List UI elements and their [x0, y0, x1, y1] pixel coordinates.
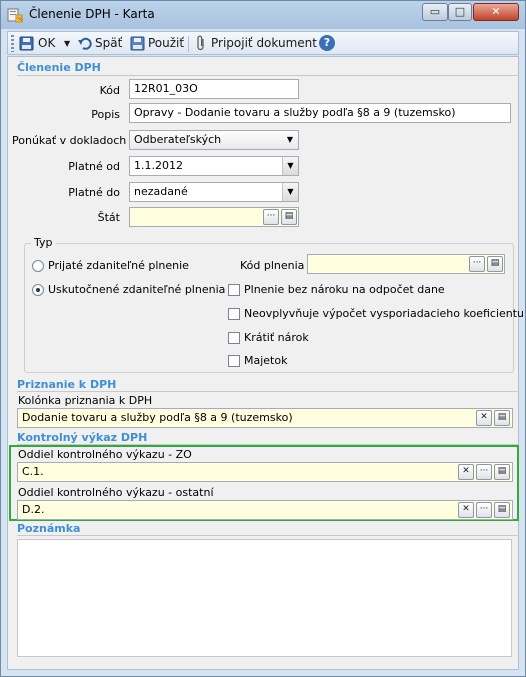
- ostatne-label: Oddiel kontrolného výkazu - ostatní: [18, 486, 214, 499]
- app-icon: %: [7, 8, 23, 23]
- platne-do-value: nezadané: [134, 185, 188, 198]
- ellipsis-icon[interactable]: ···: [263, 209, 279, 225]
- list-icon[interactable]: ▤: [494, 502, 510, 518]
- typ-group: Typ Prijaté zdaniteľné plnenie Uskutočne…: [24, 236, 524, 373]
- help-icon[interactable]: ?: [319, 35, 335, 51]
- back-button[interactable]: Späť: [95, 35, 122, 52]
- list-icon[interactable]: ▤: [494, 410, 510, 426]
- kolonka-label: Kolónka priznania k DPH: [18, 394, 153, 407]
- section-title-priznanie: Priznanie k DPH: [17, 378, 117, 391]
- ok-dropdown-icon[interactable]: ▼: [64, 35, 70, 52]
- form-content: Členenie DPH Kód 12R01_03O Popis Opravy …: [7, 56, 524, 670]
- popis-input[interactable]: Opravy - Dodanie tovaru a služby podľa §…: [129, 103, 511, 123]
- minimize-button[interactable]: ▭: [422, 3, 448, 21]
- section-divider: [17, 75, 519, 76]
- section-title-clenenie: Členenie DPH: [17, 61, 101, 74]
- attach-document-button[interactable]: Pripojiť dokument: [211, 35, 317, 52]
- ostatne-input[interactable]: D.2.: [17, 500, 513, 520]
- ponukat-label: Ponúkať v dokladoch: [12, 134, 127, 147]
- kod-plnenia-label: Kód plnenia: [240, 259, 305, 272]
- radio-uskutocnene[interactable]: [32, 284, 44, 296]
- list-icon[interactable]: ▤: [281, 209, 297, 225]
- platne-do-label: Platné do: [68, 186, 120, 199]
- platne-do-datepicker[interactable]: nezadané ▼: [129, 182, 299, 202]
- ok-button[interactable]: OK: [38, 35, 55, 52]
- section-title-poznamka: Poznámka: [17, 522, 81, 535]
- ponukat-value: Odberateľských: [134, 133, 222, 146]
- checkbox-bez-naroku[interactable]: [228, 284, 240, 296]
- undo-icon: [78, 37, 92, 50]
- dialog-window: % Členenie DPH - Karta ▭ □ ✕ OK ▼ Späť P…: [0, 0, 526, 677]
- chevron-down-icon[interactable]: ▼: [282, 183, 298, 201]
- radio-uskutocnene-label[interactable]: Uskutočnené zdaniteľné plnenia: [48, 283, 225, 296]
- section-title-kontrolny: Kontrolný výkaz DPH: [17, 431, 148, 444]
- ellipsis-icon[interactable]: ···: [476, 502, 492, 518]
- checkbox-bez-naroku-label[interactable]: Plnenie bez nároku na odpočet dane: [244, 283, 445, 296]
- stat-label: Štát: [97, 211, 120, 224]
- clear-icon[interactable]: ✕: [476, 410, 492, 426]
- radio-prijate[interactable]: [32, 260, 44, 272]
- zo-input[interactable]: C.1.: [17, 462, 513, 482]
- kolonka-input[interactable]: Dodanie tovaru a služby podľa §8 a 9 (tu…: [17, 408, 513, 428]
- toolbar: OK ▼ Späť Použiť Pripojiť dokument ?: [7, 31, 519, 55]
- svg-text:%: %: [17, 16, 23, 23]
- apply-icon: [130, 36, 145, 51]
- checkbox-majetok-label[interactable]: Majetok: [244, 354, 287, 367]
- chevron-down-icon[interactable]: ▼: [282, 157, 298, 175]
- use-button[interactable]: Použiť: [148, 35, 184, 52]
- kod-input[interactable]: 12R01_03O: [129, 79, 299, 99]
- platne-od-datepicker[interactable]: 1.1.2012 ▼: [129, 156, 299, 176]
- close-button[interactable]: ✕: [473, 3, 519, 21]
- platne-od-value: 1.1.2012: [134, 159, 183, 172]
- section-divider: [17, 391, 519, 392]
- ellipsis-icon[interactable]: ···: [469, 256, 485, 272]
- radio-prijate-label[interactable]: Prijaté zdaniteľné plnenie: [48, 259, 189, 272]
- popis-label: Popis: [91, 108, 120, 121]
- paperclip-icon: [197, 35, 204, 51]
- checkbox-neovplyvnuje[interactable]: [228, 308, 240, 320]
- maximize-button[interactable]: □: [448, 3, 472, 21]
- section-divider: [17, 535, 519, 536]
- checkbox-neovplyvnuje-label[interactable]: Neovplyvňuje výpočet vysporiadacieho koe…: [244, 307, 524, 320]
- clear-icon[interactable]: ✕: [458, 464, 474, 480]
- chevron-down-icon: ▼: [286, 135, 294, 144]
- checkbox-kratit[interactable]: [228, 332, 240, 344]
- list-icon[interactable]: ▤: [487, 256, 503, 272]
- typ-group-title: Typ: [31, 236, 56, 249]
- ellipsis-icon[interactable]: ···: [476, 464, 492, 480]
- checkbox-majetok[interactable]: [228, 355, 240, 367]
- platne-od-label: Platné od: [68, 160, 120, 173]
- title-bar[interactable]: % Členenie DPH - Karta ▭ □ ✕: [1, 1, 525, 29]
- list-icon[interactable]: ▤: [494, 464, 510, 480]
- toolbar-grip[interactable]: [11, 35, 14, 52]
- checkbox-kratit-label[interactable]: Krátiť nárok: [244, 331, 309, 344]
- window-title: Členenie DPH - Karta: [29, 7, 155, 21]
- kod-label: Kód: [99, 84, 120, 97]
- toolbar-separator: [188, 36, 189, 52]
- poznamka-textarea[interactable]: [17, 539, 512, 657]
- clear-icon[interactable]: ✕: [458, 502, 474, 518]
- save-icon: [19, 36, 34, 51]
- ponukat-select[interactable]: Odberateľských ▼: [129, 130, 299, 150]
- zo-label: Oddiel kontrolného výkazu - ZO: [18, 448, 192, 461]
